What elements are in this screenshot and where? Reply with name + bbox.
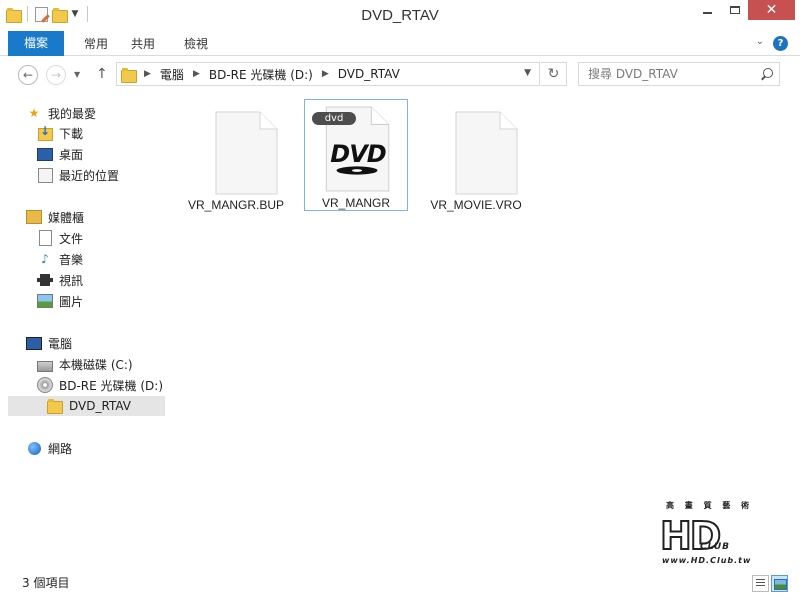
music-icon: ♪ <box>41 252 49 266</box>
sidebar-item-label: 媒體櫃 <box>48 210 85 225</box>
tab-share[interactable]: 共用 <box>120 33 166 56</box>
sidebar-item-label: 音樂 <box>59 252 84 267</box>
search-placeholder: 搜尋 DVD_RTAV <box>588 67 678 81</box>
sidebar-item-videos[interactable]: 視訊 <box>37 270 83 290</box>
sidebar-item-label: 我的最愛 <box>48 106 97 121</box>
expand-ribbon-chevron-icon[interactable]: ⌄ <box>756 36 764 47</box>
status-bar: 3 個項目 <box>0 566 800 600</box>
sidebar-item-desktop[interactable]: 桌面 <box>37 144 83 164</box>
file-item-vr-movie-vro[interactable]: VR_MOVIE.VRO <box>424 101 528 213</box>
pictures-icon <box>37 293 53 309</box>
tab-view[interactable]: 檢視 <box>172 33 220 56</box>
maximize-button[interactable] <box>721 0 748 20</box>
large-icons-view-icon[interactable] <box>771 575 788 592</box>
sidebar-item-label: 文件 <box>59 231 84 246</box>
sidebar-item-favorites[interactable]: ★ 我的最愛 <box>26 103 96 123</box>
address-history-chevron-icon[interactable]: ▼ <box>524 68 531 78</box>
star-icon: ★ <box>28 106 40 120</box>
sidebar-item-label: DVD_RTAV <box>69 399 131 413</box>
downloads-icon <box>37 124 53 141</box>
breadcrumb-current-folder[interactable]: DVD_RTAV <box>338 67 400 81</box>
sidebar-item-recent-places[interactable]: 最近的位置 <box>37 165 119 185</box>
breadcrumb-chevron-icon[interactable]: ▶ <box>193 69 200 79</box>
folder-icon <box>121 67 137 83</box>
folder-icon <box>47 398 63 414</box>
window-controls: ✕ <box>694 0 795 20</box>
sidebar-item-label: 桌面 <box>59 147 84 162</box>
refresh-button[interactable]: ↻ <box>541 62 567 86</box>
search-icon[interactable] <box>761 68 773 80</box>
sidebar-item-label: 視訊 <box>59 273 84 288</box>
desktop-icon <box>37 146 53 162</box>
optical-drive-icon <box>37 377 53 393</box>
dvd-logo: DVD <box>330 140 386 168</box>
window-title: DVD_RTAV <box>361 7 439 24</box>
recent-places-icon <box>37 167 53 183</box>
watermark-tagline: 高 畫 質 藝 術 <box>666 501 754 510</box>
file-name: VR_MOVIE.VRO <box>430 198 522 212</box>
minimize-icon <box>703 12 712 14</box>
title-bar: ▼ DVD_RTAV ✕ <box>0 0 800 31</box>
sidebar-item-local-disk[interactable]: 本機磁碟 (C:) <box>37 354 133 374</box>
breadcrumb-optical-drive[interactable]: BD-RE 光碟機 (D:) <box>209 66 313 83</box>
sidebar-item-documents[interactable]: 文件 <box>37 228 83 248</box>
sidebar-item-optical-drive[interactable]: BD-RE 光碟機 (D:) <box>37 375 163 395</box>
sidebar-item-dvd-rtav[interactable]: DVD_RTAV <box>8 396 165 416</box>
back-button[interactable]: ← <box>18 65 38 85</box>
maximize-icon <box>729 6 740 14</box>
sidebar-item-label: 圖片 <box>59 294 84 309</box>
refresh-icon: ↻ <box>547 66 560 82</box>
breadcrumb-computer[interactable]: 電腦 <box>160 66 184 83</box>
sidebar-item-label: 下載 <box>59 126 84 141</box>
forward-button[interactable]: → <box>46 65 66 85</box>
blank-file-icon <box>215 111 278 195</box>
watermark-club: CLUB <box>700 542 731 552</box>
sidebar-item-downloads[interactable]: 下載 <box>37 123 83 143</box>
sidebar-item-network[interactable]: 網路 <box>26 438 72 458</box>
up-arrow-icon[interactable]: ↑ <box>96 66 108 82</box>
navigation-pane: ★ 我的最愛 下載 桌面 最近的位置 媒體櫃 文件 ♪ 音樂 視訊 圖片 電腦 … <box>0 95 167 565</box>
tab-file[interactable]: 檔案 <box>8 31 64 56</box>
blank-file-icon <box>455 111 518 195</box>
sidebar-item-computer[interactable]: 電腦 <box>26 333 72 353</box>
recent-locations-chevron-icon[interactable]: ▼ <box>74 70 80 79</box>
close-button[interactable]: ✕ <box>748 0 795 20</box>
forward-arrow-icon: → <box>50 68 62 82</box>
video-icon <box>37 272 53 288</box>
sidebar-item-label: 網路 <box>48 441 73 456</box>
navigation-bar: ← → ▼ ↑ ▶ 電腦 ▶ BD-RE 光碟機 (D:) ▶ DVD_RTAV… <box>0 57 800 93</box>
computer-icon <box>26 335 42 351</box>
item-count: 3 個項目 <box>22 576 70 590</box>
network-icon <box>26 440 42 456</box>
sidebar-item-label: 本機磁碟 (C:) <box>59 357 133 372</box>
sidebar-item-label: 最近的位置 <box>59 168 120 183</box>
sidebar-item-label: BD-RE 光碟機 (D:) <box>59 378 163 393</box>
sidebar-item-pictures[interactable]: 圖片 <box>37 291 83 311</box>
ribbon-tabs: 檔案 常用 共用 檢視 ⌄ ? <box>0 31 800 56</box>
close-icon: ✕ <box>765 2 778 18</box>
file-item-vr-mangr[interactable]: dvd DVD VR_MANGR <box>304 99 408 211</box>
search-input[interactable]: 搜尋 DVD_RTAV <box>578 62 780 86</box>
file-item-vr-mangr-bup[interactable]: VR_MANGR.BUP <box>184 101 288 213</box>
breadcrumb-chevron-icon[interactable]: ▶ <box>322 69 329 79</box>
help-icon[interactable]: ? <box>773 36 788 51</box>
libraries-icon <box>26 209 42 225</box>
sidebar-item-libraries[interactable]: 媒體櫃 <box>26 207 84 227</box>
breadcrumb-chevron-icon[interactable]: ▶ <box>144 69 151 79</box>
tab-home[interactable]: 常用 <box>72 33 120 56</box>
sidebar-item-label: 電腦 <box>48 336 73 351</box>
minimize-button[interactable] <box>694 0 721 20</box>
documents-icon <box>37 230 53 246</box>
address-bar[interactable]: ▶ 電腦 ▶ BD-RE 光碟機 (D:) ▶ DVD_RTAV ▼ <box>116 62 540 86</box>
sidebar-item-music[interactable]: ♪ 音樂 <box>37 249 83 269</box>
back-arrow-icon: ← <box>22 68 34 82</box>
watermark-url: www.HD.Club.tw <box>662 556 752 565</box>
local-disk-icon <box>37 356 53 372</box>
file-list: VR_MANGR.BUP dvd DVD VR_MANGR VR_MOVIE.V… <box>168 95 800 565</box>
file-name: VR_MANGR <box>321 196 390 210</box>
details-view-icon[interactable] <box>752 575 769 592</box>
file-type-badge: dvd <box>312 112 356 125</box>
file-name: VR_MANGR.BUP <box>187 198 285 212</box>
